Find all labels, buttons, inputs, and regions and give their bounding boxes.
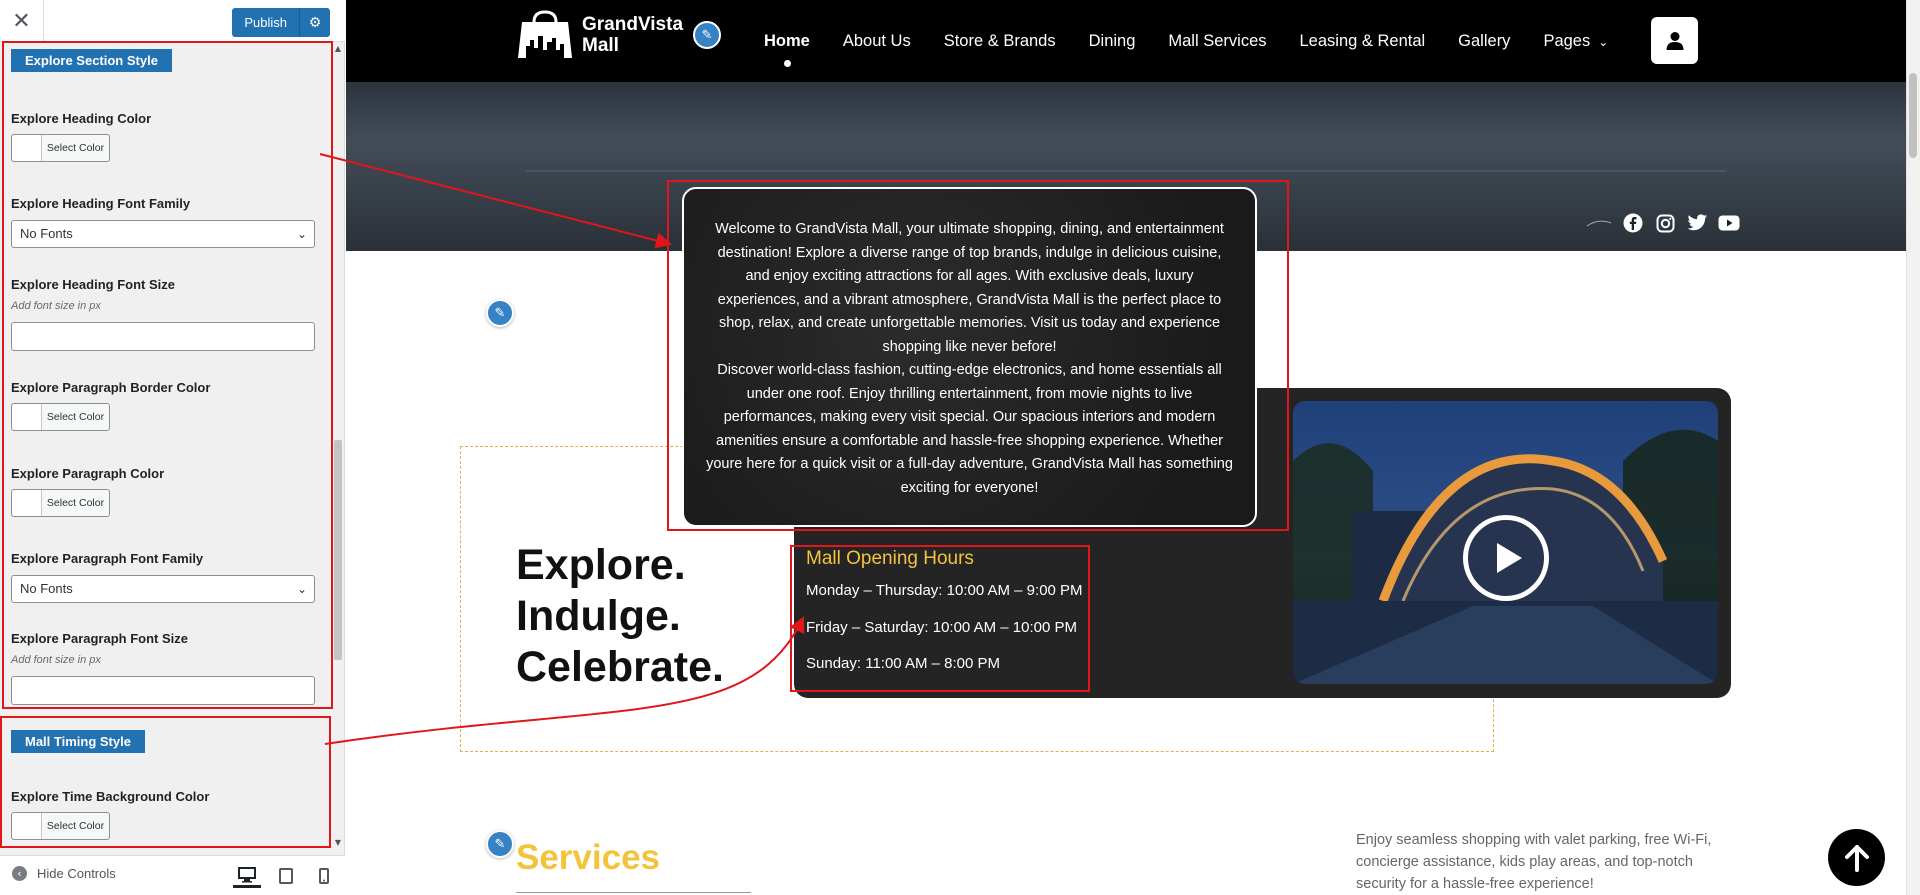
- nav-label: Home: [764, 31, 810, 50]
- mobile-icon: [319, 868, 329, 884]
- collapse-icon: ‹: [12, 866, 27, 881]
- tablet-preview-button[interactable]: [272, 864, 300, 888]
- desktop-icon: [238, 866, 256, 882]
- annotation-explore-controls: [2, 41, 333, 709]
- page-scroll-thumb[interactable]: [1909, 73, 1917, 158]
- user-icon: [1666, 31, 1683, 50]
- customizer-header: ✕ Publish ⚙: [0, 0, 345, 42]
- close-icon[interactable]: ✕: [0, 0, 44, 42]
- arrow-up-icon: [1844, 844, 1869, 872]
- pencil-icon[interactable]: ✎: [693, 21, 721, 49]
- customizer-sidebar: ✕ Publish ⚙ Explore Section Style Explor…: [0, 0, 345, 895]
- scroll-to-top-button[interactable]: [1828, 829, 1885, 886]
- gear-icon[interactable]: ⚙: [300, 8, 330, 37]
- nav-item-store-brands[interactable]: Store & Brands: [944, 32, 1056, 51]
- nav-item-gallery[interactable]: Gallery: [1458, 32, 1510, 51]
- annotation-timing-controls: [0, 716, 331, 848]
- user-account-button[interactable]: [1651, 17, 1698, 64]
- play-icon[interactable]: [1463, 515, 1549, 601]
- nav-label: Pages: [1543, 31, 1591, 50]
- customizer-footer: ‹ Hide Controls: [0, 855, 345, 895]
- celebrate-line: Celebrate.: [516, 643, 724, 691]
- mobile-preview-button[interactable]: [310, 864, 338, 888]
- annotation-paragraph-box: [667, 180, 1289, 531]
- logo-text: GrandVista Mall: [582, 14, 684, 56]
- youtube-icon[interactable]: [1718, 212, 1740, 234]
- active-indicator: [783, 59, 791, 67]
- instagram-icon[interactable]: [1654, 212, 1676, 234]
- nav-item-leasing-rental[interactable]: Leasing & Rental: [1300, 32, 1426, 51]
- hide-controls-button[interactable]: ‹ Hide Controls: [12, 866, 116, 881]
- explore-heading: Explore. Indulge. Celebrate.: [516, 540, 724, 693]
- shopping-bag-logo-icon: [518, 10, 572, 58]
- tablet-icon: [279, 868, 293, 884]
- hero-road-line: [526, 170, 1726, 172]
- facebook-icon[interactable]: [1622, 212, 1644, 234]
- nav-item-mall-services[interactable]: Mall Services: [1168, 32, 1266, 51]
- scroll-down-arrow-icon[interactable]: ▼: [333, 838, 343, 848]
- scroll-up-arrow-icon[interactable]: ▲: [333, 44, 343, 54]
- services-underline: [516, 892, 751, 893]
- pencil-icon[interactable]: ✎: [486, 830, 514, 858]
- nav-item-dining[interactable]: Dining: [1089, 32, 1136, 51]
- nav-item-home[interactable]: Home: [764, 31, 810, 67]
- publish-button[interactable]: Publish: [232, 8, 300, 37]
- pencil-icon[interactable]: ✎: [486, 299, 514, 327]
- chevron-down-icon: ⌄: [1598, 34, 1609, 49]
- sidebar-scroll-thumb[interactable]: [334, 440, 342, 660]
- swoosh-decoration: [1586, 220, 1612, 227]
- site-header: GrandVista Mall ✎ Home About Us Store & …: [346, 0, 1906, 82]
- play-triangle: [1496, 543, 1522, 573]
- indulge-line: Indulge.: [516, 592, 681, 640]
- explore-line: Explore.: [516, 541, 686, 589]
- main-navigation: Home About Us Store & Brands Dining Mall…: [764, 0, 1641, 82]
- site-logo[interactable]: GrandVista Mall: [516, 10, 692, 60]
- nav-item-pages[interactable]: Pages ⌄: [1543, 32, 1608, 51]
- social-links: [1586, 212, 1740, 234]
- services-description: Enjoy seamless shopping with valet parki…: [1356, 832, 1712, 892]
- annotation-hours-box: [790, 545, 1090, 692]
- publish-group: Publish ⚙: [232, 8, 330, 37]
- services-heading: Services: [516, 838, 661, 877]
- twitter-icon[interactable]: [1686, 212, 1708, 234]
- hide-controls-label: Hide Controls: [37, 866, 116, 881]
- nav-item-about-us[interactable]: About Us: [843, 32, 911, 51]
- desktop-preview-button[interactable]: [233, 864, 261, 888]
